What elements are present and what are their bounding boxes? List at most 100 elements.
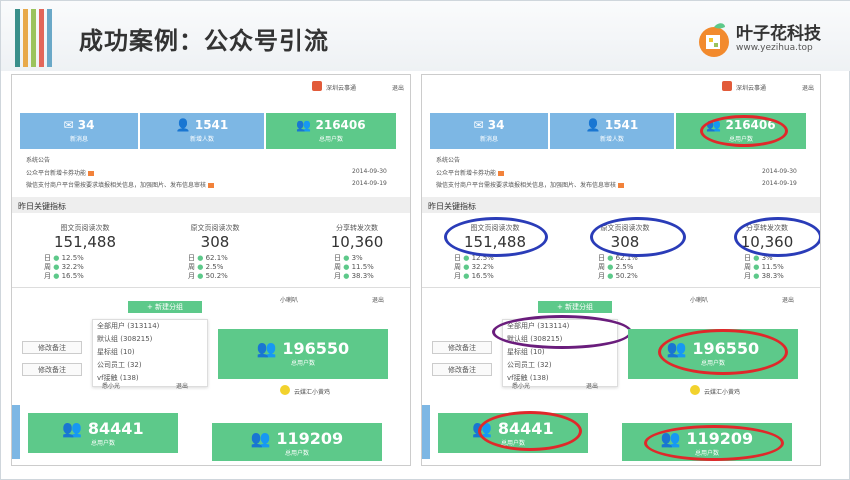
new-group-button[interactable]: + 新建分组 [128,301,202,313]
metric-row: 月 ● 38.3% [334,272,374,280]
divider [422,287,820,288]
new-badge [87,171,94,176]
metric-value: 151,488 [53,233,117,251]
card-value: 84441 [87,419,144,438]
decor-stripe [15,9,20,67]
stat-value: 1541 [604,118,639,132]
foot-user: 悉小光 [512,383,531,390]
account-name: 深圳云事通 [736,85,767,92]
news-date: 2014-09-30 [352,168,387,175]
news-text: 微信支付商户平台需按要求填报相关信息，加强图片、发布信息审核 [436,182,617,189]
logout-link[interactable]: 退出 [392,83,404,92]
highlight-ring-purple [492,315,632,349]
news-item[interactable]: 微信支付商户平台需按要求填报相关信息，加强图片、发布信息审核 [436,180,746,189]
stat-value: 34 [77,118,95,132]
metric-row: 月 ● 38.3% [744,272,784,280]
card-value: 196550 [282,339,350,358]
logout-link[interactable]: 退出 [372,295,384,304]
key-metrics-title: 昨日关键指标 [18,202,66,211]
leaf-logo-icon [699,23,729,57]
new-badge [497,171,504,176]
stat-label: 总用户数 [318,136,343,143]
stat-total-users[interactable]: 👥 216406 总用户数 [266,113,396,149]
news-item[interactable]: 微信支付商户平台需按要求填报相关信息，加强图片、发布信息审核 [26,180,336,189]
stat-label: 新增人数 [599,136,624,143]
logout-link[interactable]: 退出 [802,83,814,92]
highlight-ring-red [700,115,788,147]
news-item[interactable]: 公众平台新增卡券功能 [436,168,504,177]
news-text: 公众平台新增卡券功能 [436,170,497,177]
metric-value: 10,360 [330,233,384,251]
section-header-bar [12,197,410,213]
news-text: 微信支付商户平台需按要求填报相关信息，加强图片、发布信息审核 [26,182,207,189]
edit-note-button[interactable]: 修改备注 [22,341,82,354]
slide-header: 成功案例：公众号引流 叶子花科技 www.yezihua.top [1,1,850,71]
new-badge [617,183,624,188]
metric-label: 图文页阅读次数 [60,224,110,232]
new-group-button[interactable]: + 新建分组 [538,301,612,313]
new-badge [207,183,214,188]
edit-note-button[interactable]: 修改备注 [432,341,492,354]
screenshot-panel-original: 深圳云事通 退出 ✉ 34 新消息 👤 1541 新增人数 👥 216406 总… [11,74,411,466]
news-date: 2014-09-19 [762,180,797,187]
divider [12,287,410,288]
logo-name: 叶子花科技 [736,24,821,44]
stat-new-followers[interactable]: 👤 1541 新增人数 [550,113,674,149]
card-label: 总用户数 [284,450,309,457]
edit-note-button[interactable]: 修改备注 [22,363,82,376]
section-header-bar [422,197,820,213]
account-avatar-icon [722,81,732,91]
chick-avatar-icon [280,385,290,395]
group-option[interactable]: 星标组 (10) [93,346,207,359]
page-title: 成功案例：公众号引流 [79,27,329,55]
decor-stripe [39,9,44,67]
group-option[interactable]: 公司员工 (32) [93,359,207,372]
news-date: 2014-09-19 [352,180,387,187]
logout-link[interactable]: 退出 [586,381,598,390]
decor-stripe [47,9,52,67]
total-users-card[interactable]: 👥 84441 总用户数 [28,413,178,453]
stat-label: 新增人数 [189,136,214,143]
stat-value: 34 [487,118,505,132]
foot-account: 云媒汇小黄鸡 [704,389,741,396]
highlight-ring-red [658,329,788,375]
metric-label: 原文页阅读次数 [190,224,240,232]
stat-value: 216406 [315,118,366,132]
group-dropdown: 全部用户 (313114) 默认组 (308215) 星标组 (10) 公司员工… [92,319,208,387]
logout-link[interactable]: 退出 [782,295,794,304]
foot-account: 云媒汇小黄鸡 [294,389,331,396]
side-accent [12,405,20,459]
stat-new-followers[interactable]: 👤 1541 新增人数 [140,113,264,149]
side-accent [422,405,430,459]
group-user: 小喇叭 [690,297,709,304]
news-item[interactable]: 公众平台新增卡券功能 [26,168,94,177]
total-users-card[interactable]: 👥 119209 总用户数 [212,423,382,461]
highlight-ring-navy [734,217,820,257]
chick-avatar-icon [690,385,700,395]
metric-value: 308 [200,233,230,251]
account-name: 深圳云事通 [326,85,357,92]
slide: 成功案例：公众号引流 叶子花科技 www.yezihua.top 深圳云事通 退… [0,0,850,480]
highlight-ring-navy [444,217,548,257]
total-users-card[interactable]: 👥 196550 总用户数 [218,329,388,379]
news-title: 系统公告 [436,157,461,164]
news-title: 系统公告 [26,157,51,164]
news-date: 2014-09-30 [762,168,797,175]
stat-new-messages[interactable]: ✉ 34 新消息 [430,113,548,149]
group-option[interactable]: 公司员工 (32) [503,359,617,372]
stat-new-messages[interactable]: ✉ 34 新消息 [20,113,138,149]
logout-link[interactable]: 退出 [176,381,188,390]
stat-value: 1541 [194,118,229,132]
stat-label: 新消息 [479,136,498,143]
metric-row: 月 ● 16.5% [44,272,84,280]
highlight-ring-red [478,411,582,451]
news-text: 公众平台新增卡券功能 [26,170,87,177]
metric-row: 月 ● 16.5% [454,272,494,280]
logo-url: www.yezihua.top [736,43,813,53]
edit-note-button[interactable]: 修改备注 [432,363,492,376]
group-option[interactable]: 默认组 (308215) [93,333,207,346]
group-user: 小喇叭 [280,297,299,304]
group-option[interactable]: 全部用户 (313114) [93,320,207,333]
highlight-ring-red [644,425,784,461]
card-label: 总用户数 [290,360,315,367]
